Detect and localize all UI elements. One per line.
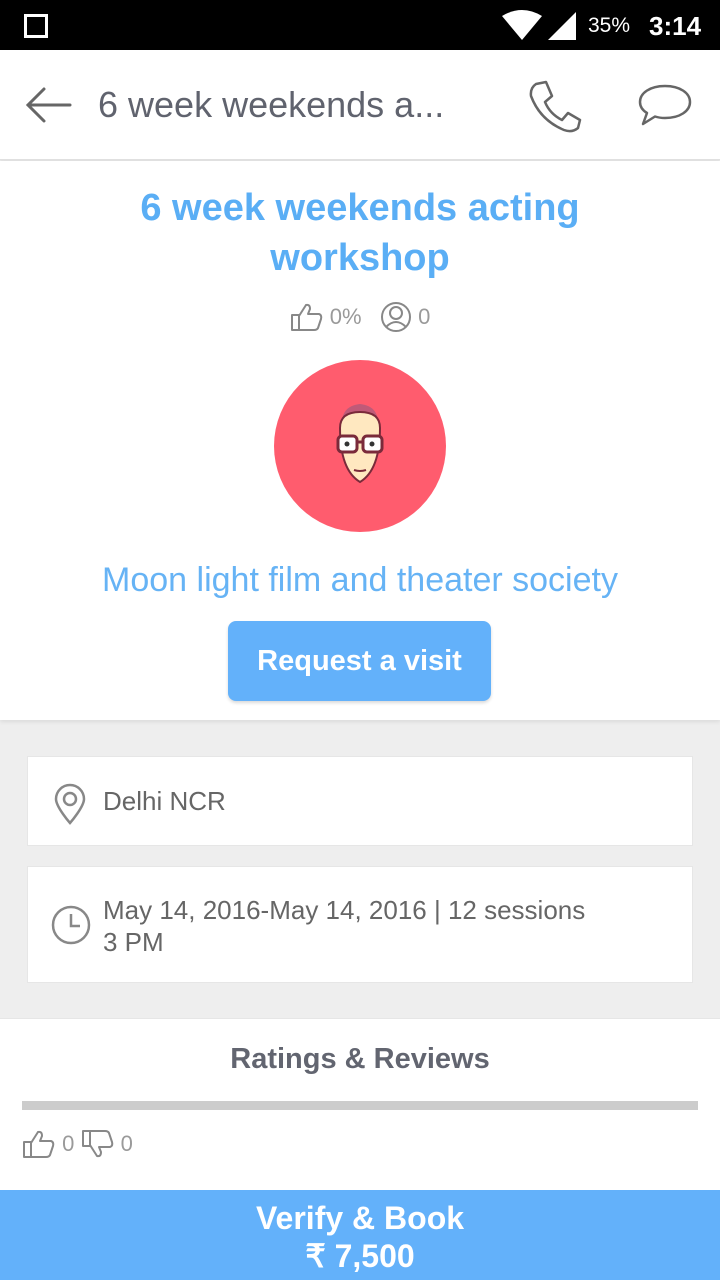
book-price: ₹ 7,500 [305, 1238, 415, 1274]
thumbs-up-icon[interactable] [22, 1129, 56, 1159]
organizer-avatar[interactable] [274, 360, 446, 532]
location-card: Delhi NCR [27, 756, 693, 846]
verify-book-button[interactable]: Verify & Book ₹ 7,500 [0, 1190, 720, 1280]
clock-icon [51, 905, 91, 945]
status-bar: 35% 3:14 [0, 0, 720, 50]
like-percent: 0% [329, 304, 362, 329]
schedule-dates: May 14, 2016-May 14, 2016 | 12 sessions [103, 895, 586, 925]
map-pin-icon [54, 783, 86, 825]
recent-apps-icon [24, 14, 48, 38]
followers-count: 0 [418, 304, 431, 329]
location-text: Delhi NCR [103, 786, 226, 816]
ratings-title: Ratings & Reviews [230, 1043, 490, 1075]
user-circle-icon [380, 302, 411, 332]
schedule-card: May 14, 2016-May 14, 2016 | 12 sessions … [27, 866, 693, 983]
dislikes-count: 0 [120, 1131, 133, 1156]
course-stats: 0% 0 [0, 301, 720, 333]
signal-icon [548, 12, 576, 40]
thumbs-down-icon[interactable] [81, 1129, 115, 1159]
request-visit-button[interactable]: Request a visit [228, 621, 491, 701]
book-label: Verify & Book [255, 1200, 465, 1236]
wifi-icon [502, 10, 542, 40]
toolbar-title: 6 week weekends a... [98, 84, 445, 125]
thumbs-up-icon [290, 303, 322, 331]
toolbar: 6 week weekends a... [0, 50, 720, 160]
course-header-card: 6 week weekends acting workshop 0% 0 Moo… [0, 161, 720, 720]
battery-percent: 35% [588, 14, 631, 37]
schedule-time: 3 PM [103, 927, 164, 957]
clock: 3:14 [649, 11, 702, 41]
organizer-name[interactable]: Moon light film and theater society [0, 561, 720, 600]
ratings-divider [22, 1101, 698, 1110]
course-title: 6 week weekends acting workshop [140, 187, 580, 279]
phone-icon[interactable] [526, 78, 584, 134]
chat-icon[interactable] [636, 82, 694, 128]
person-glasses-icon [336, 404, 384, 484]
ratings-card: Ratings & Reviews 0 0 [0, 1018, 720, 1198]
likes-count: 0 [62, 1131, 75, 1156]
ratings-summary: 0 0 [22, 1129, 133, 1159]
back-arrow-icon[interactable] [22, 83, 74, 127]
